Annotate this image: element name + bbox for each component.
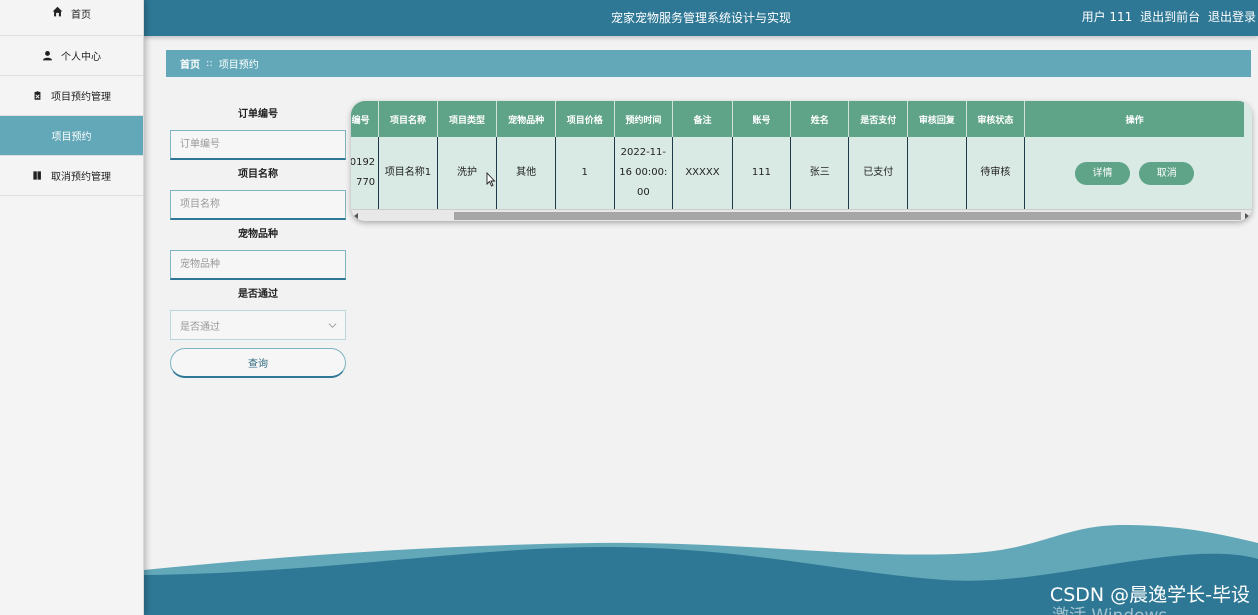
cell-price: 1 xyxy=(555,137,615,209)
cell-name: 张三 xyxy=(790,137,850,209)
query-button[interactable]: 查询 xyxy=(170,348,346,378)
breadcrumb: 首页 :: 项目预约 xyxy=(166,50,1251,77)
top-header: 宠家宠物服务管理系统设计与实现 用户 111 退出到前台 退出登录 xyxy=(144,0,1258,36)
logout-link[interactable]: 退出登录 xyxy=(1208,10,1256,24)
cell-account: 111 xyxy=(732,137,792,209)
cell-order-no: 0192770 xyxy=(351,137,380,209)
pass-status-placeholder: 是否通过 xyxy=(180,321,220,333)
pet-breed-input[interactable] xyxy=(170,250,346,280)
project-name-label: 项目名称 xyxy=(238,169,278,180)
cell-project-name: 项目名称1 xyxy=(378,137,438,209)
cell-time: 2022-11-16 00:00:00 xyxy=(614,137,674,209)
cell-breed: 其他 xyxy=(496,137,556,209)
cancel-button[interactable]: 取消 xyxy=(1139,161,1195,185)
back-to-front-link[interactable]: 退出到前台 xyxy=(1140,10,1200,24)
clipboard-icon xyxy=(33,90,42,101)
sidebar-item-booking-management[interactable]: 项目预约管理 xyxy=(0,76,143,116)
column-header: 编号 xyxy=(351,101,380,137)
column-header: 姓名 xyxy=(790,101,850,137)
column-header: 预约时间 xyxy=(614,101,674,137)
header-user-area: 用户 111 退出到前台 退出登录 xyxy=(1078,8,1256,25)
pass-status-label: 是否通过 xyxy=(238,289,278,300)
column-header: 审核回复 xyxy=(907,101,967,137)
column-header: 宠物品种 xyxy=(496,101,556,137)
column-header: 项目类型 xyxy=(437,101,498,137)
scrollbar-thumb[interactable] xyxy=(454,212,1241,220)
sidebar-item-cancel-management[interactable]: 取消预约管理 xyxy=(0,156,143,196)
horizontal-scrollbar[interactable] xyxy=(351,209,1252,221)
cell-note: XXXXX xyxy=(672,137,733,209)
cell-paid: 已支付 xyxy=(848,137,909,209)
cell-status: 待审核 xyxy=(966,137,1026,209)
scroll-right-icon[interactable] xyxy=(1245,213,1249,219)
breadcrumb-separator: :: xyxy=(206,58,213,69)
booking-table: 编号 项目名称 项目类型 宠物品种 项目价格 预约时间 备注 账号 姓名 是否支… xyxy=(351,101,1252,221)
sidebar: 首页 个人中心 项目预约管理 项目预约 取消预约管理 xyxy=(0,0,144,615)
cell-actions: 详情 取消 xyxy=(1024,137,1244,209)
column-header: 备注 xyxy=(672,101,733,137)
order-no-input[interactable] xyxy=(170,130,346,160)
sidebar-item-label: 首页 xyxy=(71,10,91,21)
column-header: 操作 xyxy=(1024,101,1244,137)
windows-activation-text: 激活 Windows xyxy=(1052,601,1167,615)
sidebar-item-home[interactable]: 首页 xyxy=(0,0,143,36)
column-header: 账号 xyxy=(732,101,792,137)
column-header: 审核状态 xyxy=(966,101,1026,137)
sidebar-item-label: 项目预约 xyxy=(51,132,92,143)
pet-breed-label: 宠物品种 xyxy=(238,229,278,240)
user-icon xyxy=(43,51,52,61)
cell-reply xyxy=(907,137,967,209)
book-icon xyxy=(33,171,41,180)
chevron-down-icon xyxy=(328,322,337,328)
sidebar-item-label: 取消预约管理 xyxy=(51,172,111,183)
pass-status-select[interactable]: 是否通过 xyxy=(170,310,346,340)
table-row: 0192770 项目名称1 洗护 其他 1 2022-11-16 00:00:0… xyxy=(351,137,1244,209)
sidebar-item-booking[interactable]: 项目预约 xyxy=(0,116,143,156)
column-header: 项目价格 xyxy=(555,101,615,137)
scroll-left-icon[interactable] xyxy=(354,213,358,219)
column-header: 是否支付 xyxy=(848,101,909,137)
order-no-label: 订单编号 xyxy=(238,109,278,120)
project-name-input[interactable] xyxy=(170,190,346,220)
detail-button[interactable]: 详情 xyxy=(1075,161,1131,185)
mouse-cursor-icon xyxy=(486,172,496,187)
table-header-row: 编号 项目名称 项目类型 宠物品种 项目价格 预约时间 备注 账号 姓名 是否支… xyxy=(351,101,1244,137)
user-label: 用户 111 xyxy=(1081,10,1133,24)
breadcrumb-current: 项目预约 xyxy=(218,60,259,71)
home-icon xyxy=(52,6,63,17)
breadcrumb-home[interactable]: 首页 xyxy=(180,56,200,71)
column-header: 项目名称 xyxy=(378,101,438,137)
sidebar-item-profile[interactable]: 个人中心 xyxy=(0,36,143,76)
search-form: 订单编号 项目名称 宠物品种 是否通过 是否通过 查询 xyxy=(170,108,346,378)
sidebar-item-label: 项目预约管理 xyxy=(51,92,111,103)
sidebar-item-label: 个人中心 xyxy=(61,52,101,63)
